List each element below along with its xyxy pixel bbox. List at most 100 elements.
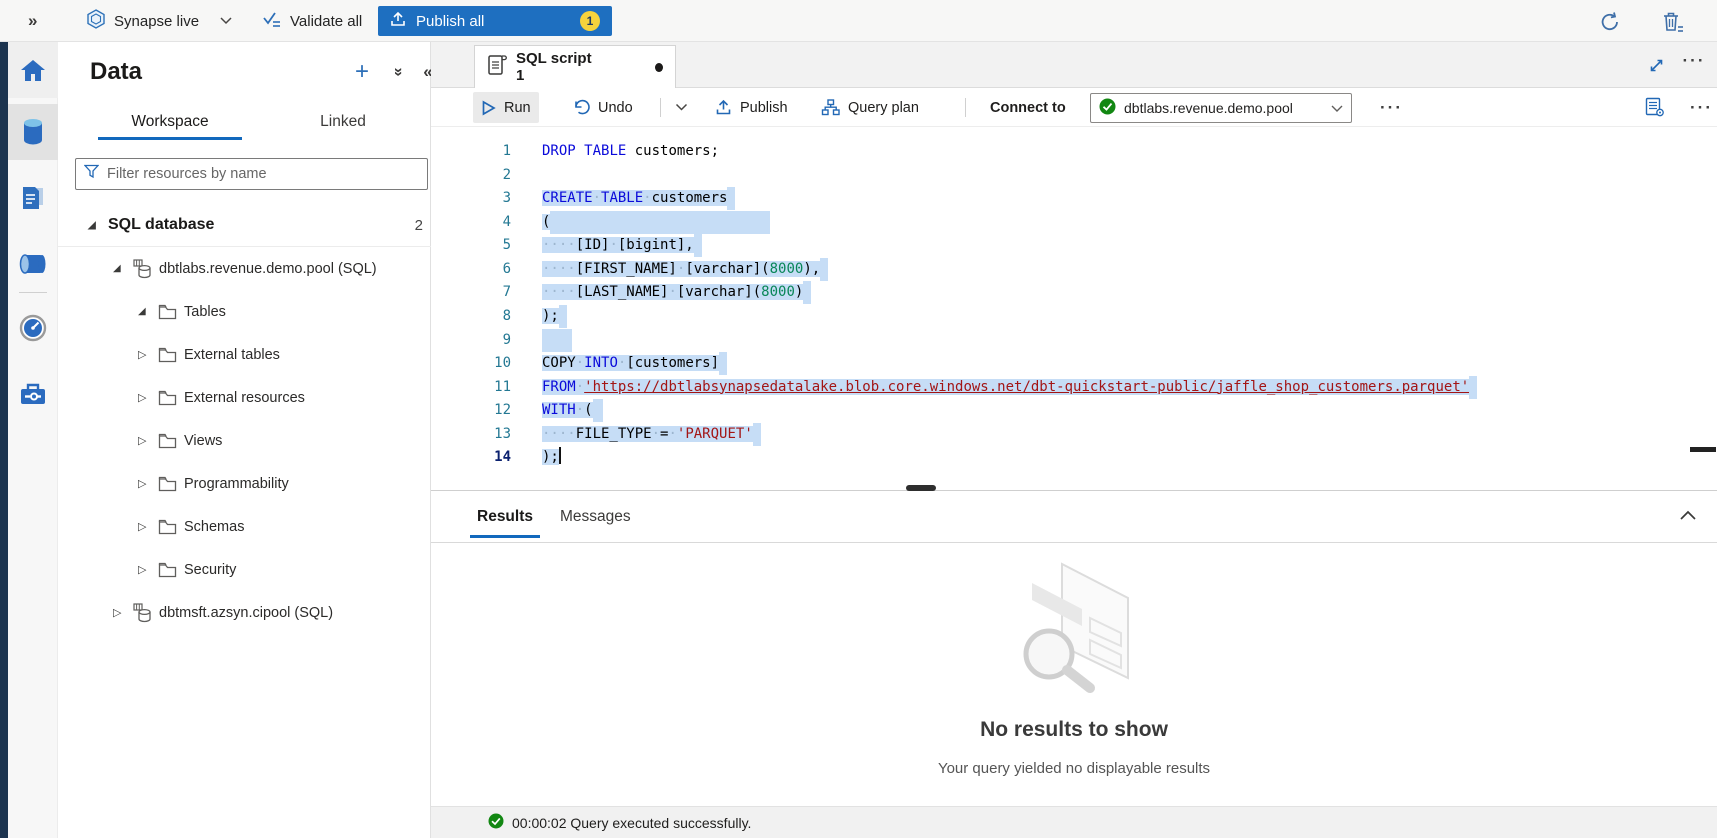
code-text: COPY·INTO·[customers] [542,352,727,376]
tree-item-dbtlabs-revenue-demo-pool-sql[interactable]: ◢ dbtlabs.revenue.demo.pool (SQL) [58,247,431,290]
twistie-expanded-icon[interactable]: ◢ [88,220,108,231]
twistie-collapsed-icon[interactable]: ▷ [113,606,133,619]
tree-item-label: SQL database [108,216,214,234]
tab-results[interactable]: Results [477,492,533,542]
code-line-7[interactable]: 7····[LAST_NAME]·[varchar](8000) [431,281,1717,305]
line-number: 2 [431,164,511,188]
twistie-expanded-icon[interactable]: ◢ [113,263,133,274]
tab-linked[interactable]: Linked [288,102,398,142]
filter-resources-input[interactable] [107,166,419,182]
home-icon[interactable] [8,42,58,98]
develop-icon[interactable] [8,170,58,226]
pool-select-dropdown[interactable]: dbtlabs.revenue.demo.pool [1090,93,1352,123]
code-line-11[interactable]: 11FROM·'https://dbtlabsynapsedatalake.bl… [431,376,1717,400]
folder-icon [158,347,184,363]
top-command-bar: » Synapse live Validate all Publ [0,0,1717,42]
tree-item-label: dbtlabs.revenue.demo.pool (SQL) [159,261,377,277]
integrate-icon[interactable] [8,236,58,292]
code-line-2[interactable]: 2 [431,164,1717,188]
tree-item-label: Programmability [184,476,289,492]
refresh-icon[interactable] [1597,9,1623,35]
tab-more-actions-icon[interactable]: ··· [1683,50,1705,72]
publish-button[interactable]: Publish [707,92,796,123]
line-number: 13 [431,423,511,447]
folder-icon [158,519,184,535]
tab-workspace[interactable]: Workspace [95,102,245,142]
twistie-collapsed-icon[interactable]: ▷ [138,348,158,361]
run-button[interactable]: Run [473,92,539,123]
sql-code-editor[interactable]: 1DROP TABLE customers;23 CREATE·TABLE·cus… [431,127,1717,487]
tree-item-dbtmsft-azsyn-cipool-sql[interactable]: ▷ dbtmsft.azsyn.cipool (SQL) [58,591,431,634]
twistie-collapsed-icon[interactable]: ▷ [138,563,158,576]
line-number: 10 [431,352,511,376]
tree-item-label: dbtmsft.azsyn.cipool (SQL) [159,605,333,621]
code-line-9[interactable]: 9 [431,329,1717,353]
publish-all-button[interactable]: Publish all 1 [378,6,612,36]
empty-state-subtitle: Your query yielded no displayable result… [431,760,1717,777]
tree-item-label: Views [184,433,222,449]
undo-button[interactable]: Undo [564,92,641,123]
code-text [542,329,572,353]
code-line-13[interactable]: 13 ····FILE_TYPE·=·'PARQUET' [431,423,1717,447]
tree-item-programmability[interactable]: ▷ Programmability [58,462,431,505]
twistie-expanded-icon[interactable]: ◢ [138,306,158,317]
pool-name: dbtlabs.revenue.demo.pool [1124,100,1293,116]
expand-all-icon[interactable]: » [386,60,410,84]
code-text: ····FILE_TYPE·=·'PARQUET' [542,423,761,447]
line-number: 1 [431,140,511,164]
code-line-14[interactable]: 14); [431,446,1717,470]
add-resource-icon[interactable]: + [350,60,374,84]
document-tab-strip: SQL script 1 ··· [431,42,1717,88]
tab-messages[interactable]: Messages [560,492,631,542]
collapse-results-chevron-icon[interactable] [1679,508,1699,528]
code-line-3[interactable]: 3 CREATE·TABLE·customers [431,187,1717,211]
tree-item-external-resources[interactable]: ▷ External resources [58,376,431,419]
code-line-5[interactable]: 5····[ID]·[bigint], [431,234,1717,258]
sql-script-icon [487,54,507,81]
expand-editor-icon[interactable] [1645,54,1667,76]
code-text: ····[FIRST_NAME]·[varchar](8000), [542,258,828,282]
expand-chevrons-icon[interactable]: » [28,0,37,42]
line-number: 5 [431,234,511,258]
twistie-collapsed-icon[interactable]: ▷ [138,520,158,533]
code-line-6[interactable]: 6 ····[FIRST_NAME]·[varchar](8000), [431,258,1717,282]
manage-icon[interactable] [8,366,58,422]
twistie-collapsed-icon[interactable]: ▷ [138,477,158,490]
monitor-icon[interactable] [8,300,58,356]
toolbar-more-icon[interactable]: ··· [1372,92,1411,123]
code-line-8[interactable]: 8); [431,305,1717,329]
line-number: 7 [431,281,511,305]
code-line-4[interactable]: 4( [431,211,1717,235]
code-line-12[interactable]: 12WITH·( [431,399,1717,423]
code-line-1[interactable]: 1DROP TABLE customers; [431,140,1717,164]
editor-scrollbar-thumb[interactable] [1690,447,1716,452]
data-panel: Data + » « Workspace Linked ◢SQL databas… [58,42,431,838]
line-number: 3 [431,187,511,211]
discard-all-icon[interactable] [1660,9,1686,35]
results-pane-header: Results Messages [431,492,1717,543]
tree-item-tables[interactable]: ◢ Tables [58,290,431,333]
mode-selector[interactable]: Synapse live [86,0,199,42]
tree-item-security[interactable]: ▷ Security [58,548,431,591]
connected-check-icon [1099,98,1116,118]
query-plan-button[interactable]: Query plan [813,92,927,123]
tree-item-sql-database[interactable]: ◢SQL database2 [58,204,431,247]
properties-icon[interactable] [1644,96,1666,118]
twistie-collapsed-icon[interactable]: ▷ [138,391,158,404]
twistie-collapsed-icon[interactable]: ▷ [138,434,158,447]
tree-item-views[interactable]: ▷ Views [58,419,431,462]
editor-more-icon[interactable]: ··· [1682,92,1717,123]
status-text: 00:00:02 Query executed successfully. [512,815,751,831]
tree-item-external-tables[interactable]: ▷ External tables [58,333,431,376]
data-icon[interactable] [8,104,58,160]
tree-item-schemas[interactable]: ▷ Schemas [58,505,431,548]
validate-all-button[interactable]: Validate all [262,0,362,42]
tab-sql-script-1[interactable]: SQL script 1 [474,45,676,88]
run-options-chevron-icon[interactable] [667,92,696,123]
splitter-handle[interactable] [906,485,936,491]
code-line-10[interactable]: 10 COPY·INTO·[customers] [431,352,1717,376]
active-tab-underline [470,535,540,538]
line-number: 6 [431,258,511,282]
mode-chevron-down-icon[interactable] [220,0,232,42]
code-text: CREATE·TABLE·customers [542,187,735,211]
